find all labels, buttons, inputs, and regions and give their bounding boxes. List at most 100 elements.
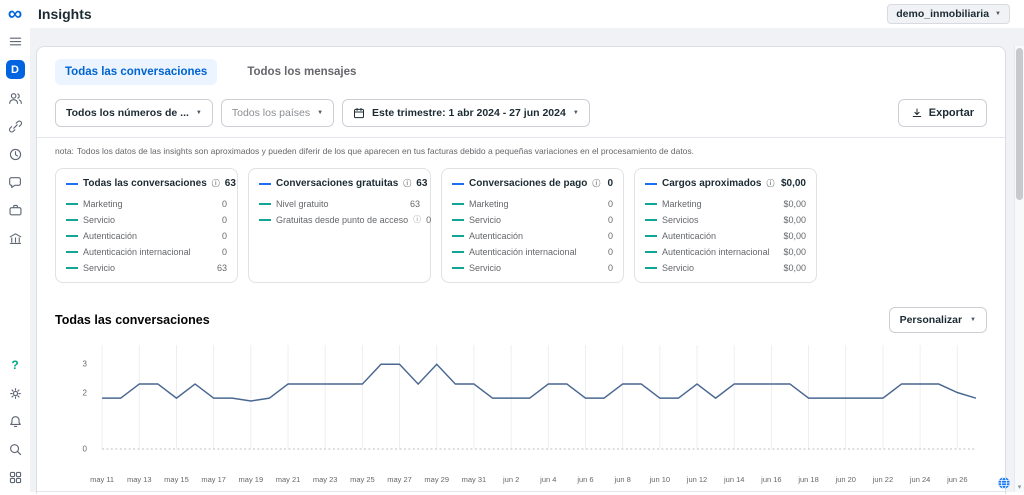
series-dash-icon <box>66 219 78 221</box>
globe-icon[interactable] <box>997 476 1011 490</box>
chevron-down-icon: ▼ <box>573 110 579 116</box>
stat-cards-row: Todas las conversacionesⓘ63 Marketing 0 Ser… <box>37 160 1005 295</box>
stat-card-value: $0,00 <box>781 178 806 189</box>
stat-row-label: Autenticación internacional <box>662 247 770 257</box>
stat-row-label: Servicio <box>83 215 115 225</box>
info-icon[interactable]: ⓘ <box>413 216 421 224</box>
x-tick-label: jun 10 <box>650 475 670 484</box>
scrollbar-thumb[interactable] <box>1016 48 1023 200</box>
y-tick-label: 2 <box>67 388 87 397</box>
stat-row-value: $0,00 <box>783 263 806 273</box>
info-icon[interactable]: ⓘ <box>766 180 774 188</box>
x-tick-label: may 21 <box>276 475 301 484</box>
x-tick-label: may 19 <box>239 475 264 484</box>
scrollbar[interactable]: ▾ <box>1014 46 1024 492</box>
series-dash-icon <box>452 251 464 253</box>
x-tick-label: may 13 <box>127 475 152 484</box>
series-dash-icon <box>645 251 657 253</box>
numbers-filter-dropdown[interactable]: Todos los números de ... ▼ <box>55 99 213 127</box>
stat-card-title: Conversaciones gratuitas <box>276 178 398 189</box>
stat-card-title: Cargos aproximados <box>662 178 761 189</box>
menu-icon[interactable] <box>6 32 24 50</box>
x-tick-label: jun 16 <box>761 475 781 484</box>
stat-row: Servicio $0,00 <box>645 263 806 273</box>
chevron-down-icon: ▼ <box>995 11 1001 17</box>
x-tick-label: may 17 <box>201 475 226 484</box>
series-dash-icon <box>645 235 657 237</box>
stat-card: Todas las conversacionesⓘ63 Marketing 0 Ser… <box>55 168 238 283</box>
stat-card-header: Conversaciones gratuitasⓘ63 <box>259 178 420 193</box>
page-title: Insights <box>38 6 92 22</box>
series-dash-icon <box>259 203 271 205</box>
note-prefix: nota: <box>55 146 74 156</box>
info-icon[interactable]: ⓘ <box>212 180 220 188</box>
info-icon[interactable]: ⓘ <box>403 180 411 188</box>
workspace-avatar[interactable]: D <box>6 60 25 79</box>
series-dash-icon <box>66 267 78 269</box>
countries-filter-label: Todos los países <box>232 107 310 119</box>
stat-row-label: Servicio <box>83 263 115 273</box>
stat-row: Nivel gratuito 63 <box>259 199 420 209</box>
stat-row-value: 0 <box>222 231 227 241</box>
stat-row-value: 0 <box>222 247 227 257</box>
stat-row-value: 63 <box>410 199 420 209</box>
chat-icon[interactable] <box>6 173 24 191</box>
stat-row-label: Autenticación internacional <box>469 247 577 257</box>
x-tick-label: jun 20 <box>836 475 856 484</box>
personalize-button[interactable]: Personalizar ▼ <box>889 307 987 333</box>
bank-icon[interactable] <box>6 229 24 247</box>
export-button[interactable]: Exportar <box>898 99 987 127</box>
stat-row: Servicio0 <box>452 215 613 225</box>
stat-row: Servicio63 <box>66 263 227 273</box>
calendar-icon <box>353 107 365 119</box>
stat-row: Gratuitas desde punto de accesoⓘ0 <box>259 215 420 225</box>
search-icon[interactable] <box>6 440 24 458</box>
help-icon[interactable]: ? <box>6 356 24 374</box>
tab-todas-las-conversaciones[interactable]: Todas las conversaciones <box>55 59 217 85</box>
x-tick-label: may 25 <box>350 475 375 484</box>
chart-section-header: Todas las conversaciones Personalizar ▼ <box>37 295 1005 335</box>
stat-row-label: Servicio <box>662 263 694 273</box>
stat-row-label: Nivel gratuito <box>276 199 329 209</box>
info-icon[interactable]: ⓘ <box>592 180 600 188</box>
stat-card-header: Cargos aproximados ⓘ $0,00 <box>645 178 806 193</box>
briefcase-icon[interactable] <box>6 201 24 219</box>
contacts-icon[interactable] <box>6 89 24 107</box>
stat-row-label: Marketing <box>469 199 509 209</box>
free-conversations-section-header: Conversaciones gratuitas Personalizar ▼ <box>37 492 1005 494</box>
stat-card-header: Todas las conversacionesⓘ63 <box>66 178 227 193</box>
stat-row-value: $0,00 <box>783 247 806 257</box>
chart-x-axis: may 11may 13may 15may 17may 19may 21may … <box>95 471 983 487</box>
stat-card-value: 63 <box>416 178 427 189</box>
stat-row-label: Marketing <box>662 199 702 209</box>
account-selector[interactable]: demo_inmobiliaria ▼ <box>887 4 1010 24</box>
notifications-bell-icon[interactable] <box>6 412 24 430</box>
stat-row-value: $0,00 <box>783 231 806 241</box>
x-tick-label: may 29 <box>424 475 449 484</box>
link-icon[interactable] <box>6 117 24 135</box>
stat-row-label: Servicio <box>469 263 501 273</box>
stat-row-value: $0,00 <box>783 199 806 209</box>
meta-logo-icon[interactable]: ∞ <box>0 4 30 24</box>
countries-filter-dropdown[interactable]: Todos los países ▼ <box>221 99 334 127</box>
stat-row-label: Marketing <box>83 199 123 209</box>
tab-todos-los-mensajes[interactable]: Todos los mensajes <box>237 59 366 85</box>
stat-card: Cargos aproximadosⓘ$0,00Marketing$0,00Se… <box>634 168 817 283</box>
x-tick-label: jun 22 <box>873 475 893 484</box>
y-tick-label: 0 <box>67 445 87 454</box>
chevron-down-icon: ▼ <box>317 110 323 116</box>
series-line-icon <box>452 183 464 185</box>
stat-row-value: 0 <box>608 247 613 257</box>
stat-card-value: 0 <box>607 178 613 189</box>
date-range-picker[interactable]: Este trimestre: 1 abr 2024 - 27 jun 2024… <box>342 99 590 127</box>
conversations-chart-svg <box>95 341 983 471</box>
left-sidebar: D ? <box>0 28 30 492</box>
x-tick-label: jun 24 <box>910 475 930 484</box>
x-tick-label: jun 26 <box>947 475 967 484</box>
stat-row-value: 0 <box>608 231 613 241</box>
apps-grid-icon[interactable] <box>6 468 24 486</box>
settings-gear-icon[interactable] <box>6 384 24 402</box>
activity-clock-icon[interactable] <box>6 145 24 163</box>
scrollbar-down-arrow[interactable]: ▾ <box>1015 483 1024 491</box>
filters-bar: Todos los números de ... ▼ Todos los paí… <box>37 93 1005 137</box>
